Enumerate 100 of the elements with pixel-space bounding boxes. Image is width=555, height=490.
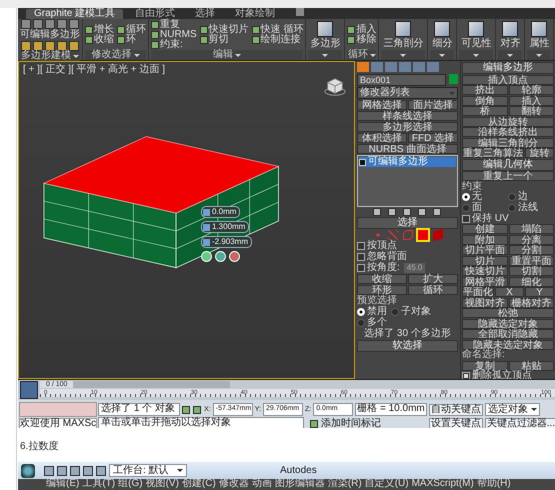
edit-button[interactable]: 快速切片 [462, 266, 508, 276]
modifier-button[interactable]: 样条线选择 [357, 111, 458, 121]
modifier-button[interactable]: 体积选择 [357, 133, 407, 143]
modifier-button[interactable]: NURBS 曲面选择 [357, 144, 458, 154]
edit-button[interactable]: 插入顶点 [462, 74, 554, 84]
edit-button[interactable]: 塌陷 [508, 224, 554, 234]
edit-button[interactable]: 从边旋转 [462, 116, 554, 126]
stack-item[interactable]: 可编辑多边形 [359, 157, 456, 167]
edit-button[interactable]: 重复上一个 [462, 171, 554, 181]
edit-button[interactable]: 全部取消隐藏 [462, 329, 554, 339]
rollout-title[interactable]: 软选择 [357, 340, 458, 352]
menu-item[interactable]: 工具(T) [82, 479, 116, 490]
edit-button[interactable]: 视图对齐 [462, 298, 508, 308]
value-field[interactable]: 1.300mm [201, 221, 250, 233]
edit-button[interactable]: 倒角 [462, 96, 508, 106]
edit-button[interactable]: 隐藏未选定对象 [462, 340, 554, 350]
workspace-dropdown[interactable]: 工作台: 默认 [109, 464, 187, 477]
caret-icon[interactable] [536, 54, 542, 56]
edit-button[interactable]: 栅格对齐 [508, 298, 554, 308]
edit-button[interactable]: 挤出 [462, 85, 508, 95]
edit-button[interactable]: 翻转 [508, 106, 554, 116]
caret-icon[interactable] [400, 54, 406, 56]
edit-button[interactable]: 粘贴 [508, 360, 554, 370]
rollout-title[interactable]: 编辑几何体 [462, 158, 554, 170]
edit-button[interactable]: 网格平滑 [462, 276, 508, 286]
ribbon-button[interactable]: 快速 循环 [252, 24, 304, 34]
edit-button[interactable]: 编辑三角剖分 [462, 138, 554, 148]
ribbon-button[interactable]: 增长 [85, 24, 114, 34]
radio-button[interactable] [508, 204, 516, 212]
window-icon[interactable] [20, 381, 38, 399]
ribbon-tab[interactable]: Graphite 建模工具 [26, 9, 124, 19]
ribbon-button[interactable]: 重复 [151, 20, 197, 30]
ribbon-button[interactable]: 可编辑多边形 [20, 30, 80, 40]
radio-button[interactable] [391, 308, 399, 316]
ribbon-button[interactable]: 快速切片 [200, 24, 249, 34]
ribbon-tab[interactable]: 对象绘制 [227, 9, 284, 19]
edit-button[interactable]: 轮廓 [508, 85, 554, 95]
ribbon-tab[interactable]: 自由形式 [127, 9, 184, 19]
check-icon[interactable] [201, 251, 212, 262]
menu-item[interactable]: 图形编辑器 [274, 479, 325, 490]
color-swatch[interactable] [449, 74, 458, 84]
menu-item[interactable]: 渲染(R) [328, 479, 362, 490]
edit-button[interactable]: 分割 [508, 245, 554, 255]
edit-button[interactable]: 重复三角算法 [462, 148, 524, 158]
edit-button[interactable]: 复制 [462, 360, 508, 370]
ribbon-button[interactable]: 可见性 [459, 20, 494, 48]
value-field[interactable]: -2.903mm [201, 236, 252, 248]
ribbon-button[interactable]: 细分 [430, 20, 454, 48]
name-field[interactable]: Box001 [357, 74, 446, 86]
modifier-button[interactable]: FFD 选择 [408, 133, 458, 143]
caret-icon[interactable] [235, 54, 242, 56]
checkbox[interactable] [357, 253, 365, 261]
menu-item[interactable]: 动画 [252, 479, 272, 490]
edit-button[interactable]: 桥 [462, 106, 508, 116]
plus-icon[interactable] [215, 251, 226, 262]
edit-button[interactable]: 松弛 [462, 308, 554, 318]
ribbon-button[interactable]: 收缩 [85, 34, 114, 44]
key-filters-button[interactable]: 关键点过滤器... [484, 418, 555, 428]
value-field[interactable]: 0.0mm [201, 206, 240, 218]
edit-button[interactable]: 隐藏选定对象 [462, 318, 554, 328]
edit-button[interactable]: 切割 [508, 266, 554, 276]
checkbox[interactable] [357, 264, 365, 272]
caret-icon[interactable] [370, 54, 376, 56]
edit-button[interactable]: 旋转 [525, 148, 554, 158]
auto-key-button[interactable]: 自动关键点 [428, 404, 483, 416]
edit-button[interactable]: 切片平面 [462, 245, 508, 255]
menu-item[interactable]: 修改器 [218, 479, 249, 490]
toggle-icon[interactable] [295, 8, 306, 17]
caret-icon[interactable] [134, 54, 140, 56]
ribbon-button[interactable]: 插入 [347, 24, 376, 34]
selection-button[interactable]: 扩大 [408, 274, 458, 284]
edit-button[interactable]: 切片 [462, 256, 508, 266]
key-target-dropdown[interactable]: 选定对象 [484, 403, 540, 416]
selection-button[interactable]: 循环 [408, 285, 458, 295]
caret-icon[interactable] [507, 54, 514, 56]
rollout-title[interactable]: 编辑多边形 [462, 62, 554, 74]
edit-button[interactable]: X [495, 287, 524, 297]
modifier-dropdown[interactable]: 修改器列表 [357, 87, 458, 99]
radio-button[interactable] [462, 204, 470, 212]
ribbon-button[interactable]: 对齐 [498, 20, 522, 48]
checkbox[interactable] [462, 214, 470, 222]
ribbon-button[interactable]: 移除 [347, 34, 376, 44]
ribbon-button[interactable]: 循环 [117, 24, 146, 34]
ribbon-button[interactable]: 三角剖分 [381, 20, 426, 48]
rollout-title[interactable]: 选择 [357, 217, 458, 229]
square-icon[interactable] [418, 230, 428, 240]
ribbon-tab[interactable]: 选择 [187, 9, 224, 19]
modifier-button[interactable]: 多边形选择 [357, 122, 458, 132]
set-key-button[interactable]: 设置关键点 [428, 418, 483, 428]
app-menu-icon[interactable] [21, 464, 35, 478]
edit-button[interactable]: 附加 [462, 234, 508, 244]
modifier-button[interactable]: 网格选择 [357, 100, 407, 110]
ribbon-button[interactable]: 剪切 [200, 34, 249, 44]
menu-item[interactable]: 编辑(E) [46, 479, 80, 490]
edit-button[interactable]: 重置平面 [508, 256, 554, 266]
edit-button[interactable]: 平面化 [462, 287, 494, 297]
menu-item[interactable]: 自定义(U) [364, 479, 409, 490]
menu-item[interactable]: 创建(C) [182, 479, 216, 490]
viewport-label[interactable]: [ + ][ 正交 ][ 平滑 + 高光 + 边面 ] [23, 65, 165, 75]
radio-button[interactable] [508, 193, 516, 201]
